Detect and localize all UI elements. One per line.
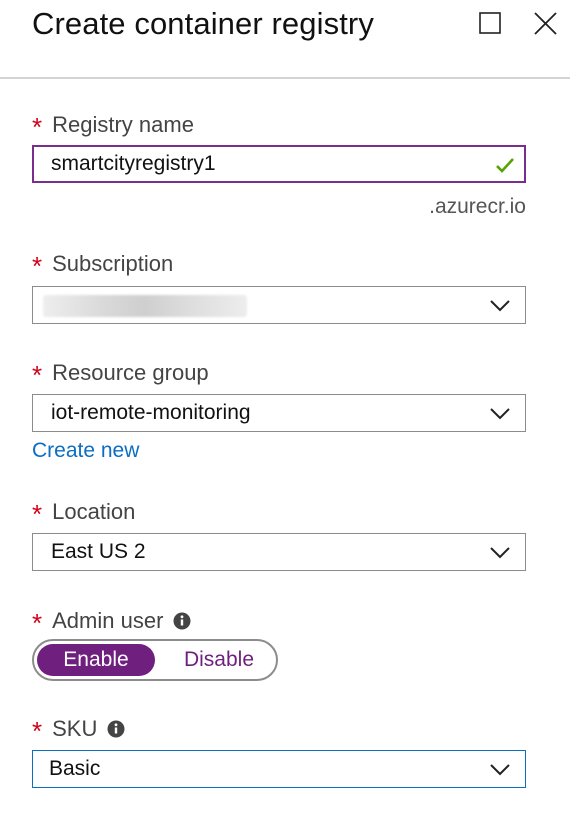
registry-domain-suffix: .azurecr.io	[429, 195, 526, 218]
resource-group-value: iot-remote-monitoring	[51, 401, 251, 424]
location-value: East US 2	[51, 540, 146, 563]
required-marker: *	[32, 608, 43, 638]
admin-user-label-text: Admin user	[52, 607, 164, 633]
admin-user-label: * Admin user	[32, 605, 191, 638]
maximize-icon	[479, 12, 501, 34]
close-icon	[534, 12, 557, 35]
disable-option[interactable]: Disable	[164, 644, 274, 676]
registry-name-label: * Registry name	[32, 109, 194, 143]
admin-user-toggle[interactable]: Enable Disable	[32, 639, 278, 681]
subscription-label-text: Subscription	[52, 250, 174, 276]
sku-label: * SKU	[32, 713, 125, 746]
required-marker: *	[32, 499, 43, 529]
subscription-select[interactable]	[32, 286, 526, 324]
enable-option[interactable]: Enable	[37, 644, 155, 676]
resource-group-select[interactable]: iot-remote-monitoring	[32, 394, 526, 432]
resource-group-label: * Resource group	[32, 357, 209, 391]
registry-name-value: smartcityregistry1	[51, 152, 216, 175]
sku-value: Basic	[49, 757, 101, 780]
required-marker: *	[32, 251, 43, 281]
sku-select[interactable]: Basic	[32, 750, 526, 788]
info-icon[interactable]	[107, 720, 125, 738]
maximize-button[interactable]	[478, 10, 508, 40]
chevron-down-icon	[490, 764, 510, 776]
registry-name-label-text: Registry name	[52, 111, 194, 137]
redacted-value	[43, 295, 247, 317]
location-select[interactable]: East US 2	[32, 533, 526, 571]
chevron-down-icon	[490, 300, 510, 312]
required-marker: *	[32, 360, 43, 390]
sku-label-text: SKU	[52, 715, 98, 741]
location-label: * Location	[32, 496, 136, 530]
create-new-link[interactable]: Create new	[32, 439, 139, 463]
close-button[interactable]	[531, 10, 561, 40]
required-marker: *	[32, 112, 43, 142]
registry-name-input[interactable]: smartcityregistry1	[32, 145, 526, 183]
header-divider	[0, 77, 570, 79]
blade-title: Create container registry	[32, 6, 374, 41]
subscription-label: * Subscription	[32, 248, 174, 282]
chevron-down-icon	[490, 408, 510, 420]
checkmark-icon	[496, 158, 514, 173]
required-marker: *	[32, 716, 43, 746]
info-icon[interactable]	[173, 612, 191, 630]
chevron-down-icon	[490, 547, 510, 559]
location-label-text: Location	[52, 498, 136, 524]
resource-group-label-text: Resource group	[52, 359, 209, 385]
